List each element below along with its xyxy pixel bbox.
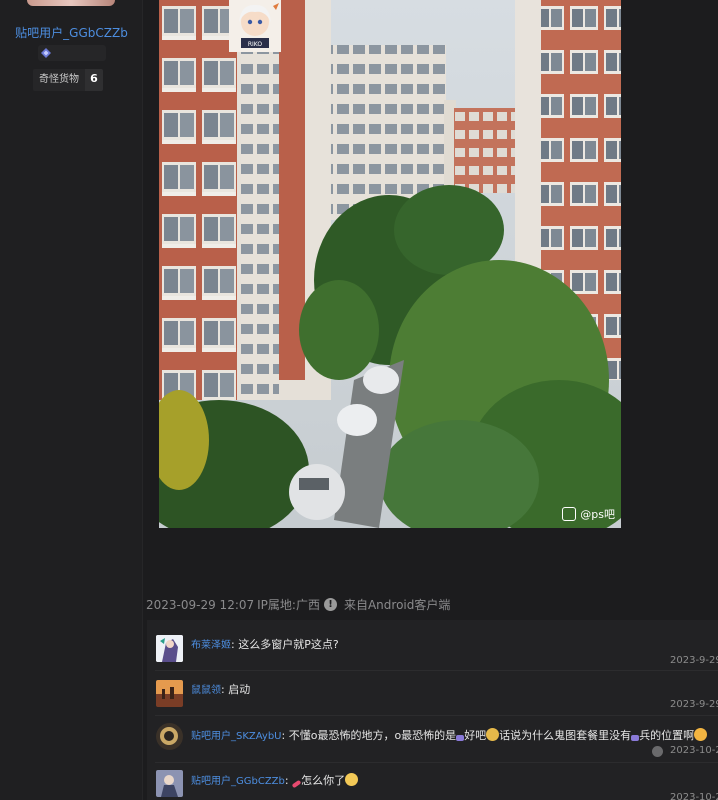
- emoji-icon: [291, 779, 302, 789]
- commenter-name[interactable]: 贴吧用户_GGbCZZb: [191, 776, 285, 787]
- commenter-avatar[interactable]: [156, 723, 183, 750]
- author-sidebar: 贴吧用户_GGbCZZb 奇怪货物 6: [0, 0, 143, 800]
- emoji-icon: [456, 735, 465, 741]
- post-date: 2023-09-29 12:07: [146, 597, 255, 612]
- level-badge: [38, 45, 106, 61]
- comment-text: 这么多窗户就P这点?: [238, 638, 339, 651]
- comment-time: 2023-9-29: [670, 699, 718, 710]
- comment-list: 布莱泽姬: 这么多窗户就P这点? 2023-9-29 鼠鼠领: 启动 2023-…: [147, 620, 718, 800]
- comment-item: 贴吧用户_GGbCZZb: 怎么你了 2023-10-2: [147, 763, 718, 800]
- comment-item: 贴吧用户_SKZAybU: 不懂o最恐怖的地方，o最恐怖的是 好吧 话说为什么鬼图套…: [147, 717, 718, 763]
- level-icon: [41, 48, 51, 58]
- comment-text-part: 兵的位置啊: [639, 729, 695, 742]
- divider: [155, 715, 718, 716]
- sticker-label: RIKO: [248, 41, 263, 48]
- client-source[interactable]: 来自Android客户端: [344, 596, 450, 613]
- post-meta: 2023-09-29 12:07 IP属地:广西 ! 来自Android客户端: [146, 596, 450, 613]
- comment-item: 布莱泽姬: 这么多窗户就P这点? 2023-9-29: [147, 620, 718, 671]
- commenter-avatar[interactable]: [156, 680, 183, 707]
- forum-tag-name: 奇怪货物: [33, 69, 85, 91]
- commenter-name[interactable]: 贴吧用户_SKZAybU: [191, 731, 282, 742]
- apartment-photo: [159, 0, 621, 528]
- emoji-icon: [694, 728, 708, 741]
- avatar[interactable]: [27, 0, 115, 6]
- comment-text-part: 话说为什么鬼图套餐里没有: [499, 729, 632, 742]
- ip-location: IP属地:广西: [257, 598, 320, 612]
- post-image[interactable]: RIKO @ps吧: [159, 0, 621, 528]
- reply-icon[interactable]: [652, 746, 663, 757]
- forum-tag-level: 6: [85, 69, 103, 91]
- anime-sticker: RIKO: [229, 0, 281, 52]
- watermark-text: @ps吧: [580, 508, 615, 521]
- commenter-avatar[interactable]: [156, 770, 183, 797]
- commenter-name[interactable]: 鼠鼠领: [191, 685, 221, 696]
- emoji-icon: [631, 735, 640, 741]
- info-icon[interactable]: !: [323, 598, 337, 611]
- image-watermark: @ps吧: [562, 506, 615, 522]
- forum-member-tag[interactable]: 奇怪货物 6: [33, 69, 103, 91]
- watermark-icon: [562, 507, 577, 521]
- commenter-avatar[interactable]: [156, 635, 183, 662]
- author-username[interactable]: 贴吧用户_GGbCZZb: [0, 24, 143, 41]
- comment-text-part: 好吧: [464, 729, 487, 742]
- comment-time: 2023-10-2: [670, 792, 718, 800]
- comment-time: 2023-9-29: [670, 655, 718, 666]
- emoji-icon: [486, 728, 500, 741]
- comment-item: 鼠鼠领: 启动 2023-9-29: [147, 671, 718, 717]
- commenter-name[interactable]: 布莱泽姬: [191, 640, 231, 651]
- comment-text: 怎么你了: [301, 774, 346, 787]
- comment-text: 启动: [228, 683, 251, 696]
- comment-text-part: 不懂o最恐怖的地方，o最恐怖的是: [288, 729, 457, 742]
- comment-time: 2023-10-2: [670, 745, 718, 756]
- emoji-icon: [345, 773, 359, 786]
